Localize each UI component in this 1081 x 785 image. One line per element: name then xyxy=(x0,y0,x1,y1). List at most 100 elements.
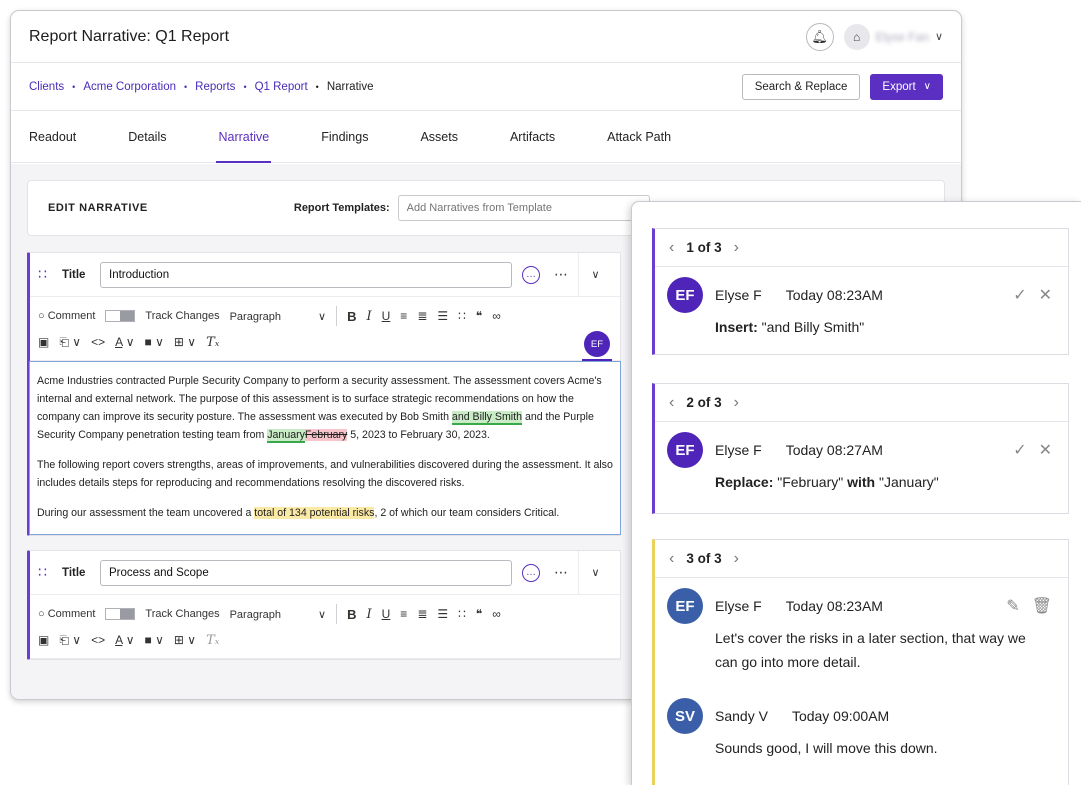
tab-findings[interactable]: Findings xyxy=(321,111,368,162)
toolbar-divider xyxy=(336,604,338,624)
track-changes-label: Track Changes xyxy=(145,608,220,620)
indent-icon[interactable]: ≣ xyxy=(417,607,427,621)
numbered-list-icon[interactable]: ☰ xyxy=(437,309,448,323)
image-icon[interactable]: ▣ xyxy=(38,633,49,647)
paragraph-select[interactable]: Paragraph ∨ xyxy=(230,608,327,621)
avatar[interactable]: EF xyxy=(584,331,610,357)
tab-details[interactable]: Details xyxy=(128,111,166,162)
more-icon[interactable]: ⋯ xyxy=(554,266,568,283)
quote-icon[interactable]: ❝ xyxy=(476,607,482,621)
code-icon[interactable]: <> xyxy=(91,633,105,647)
bullet-list-icon[interactable]: ∷ xyxy=(458,607,466,621)
quote-icon[interactable]: ❝ xyxy=(476,309,482,323)
tab-assets[interactable]: Assets xyxy=(420,111,458,162)
close-icon[interactable]: ✕ xyxy=(1039,285,1052,305)
bold-icon[interactable]: B xyxy=(347,607,356,622)
tracked-insert[interactable]: and Billy Smith xyxy=(451,411,522,425)
avatar: EF xyxy=(667,588,703,624)
user-menu[interactable]: ⌂ Elyse Fan ∨ xyxy=(843,23,943,50)
table-icon[interactable]: ⊞ ∨ xyxy=(174,335,196,349)
chevron-left-icon[interactable]: ‹ xyxy=(669,239,674,257)
bullet-list-icon[interactable]: ∷ xyxy=(458,309,466,323)
comment-button[interactable]: ○ Comment xyxy=(38,608,95,620)
thread-counter: 2 of 3 xyxy=(686,395,722,410)
comment-label: Comment xyxy=(47,608,96,620)
breadcrumb-separator: • xyxy=(184,81,188,92)
chevron-down-icon[interactable]: ∨ xyxy=(578,252,612,297)
image-icon[interactable]: ▣ xyxy=(38,335,49,349)
paragraph: Acme Industries contracted Purple Securi… xyxy=(37,372,614,444)
drag-handle-icon[interactable]: ∷ xyxy=(38,266,56,283)
clear-format-icon[interactable]: Tₓ xyxy=(206,633,219,648)
embed-icon[interactable]: ⎗ ∨ xyxy=(59,335,81,350)
more-icon[interactable]: ⋯ xyxy=(554,564,568,581)
comment-icon: ○ xyxy=(38,310,45,322)
chevron-right-icon[interactable]: › xyxy=(734,239,739,257)
tracked-delete[interactable]: February xyxy=(304,429,348,441)
highlight-color-icon[interactable]: ■ ∨ xyxy=(145,335,164,349)
tab-readout[interactable]: Readout xyxy=(29,111,76,162)
bell-icon[interactable]: 🔔︎ xyxy=(805,22,834,51)
export-button[interactable]: Export ∨ xyxy=(870,73,943,100)
outdent-icon[interactable]: ≡ xyxy=(400,607,407,621)
table-icon[interactable]: ⊞ ∨ xyxy=(174,633,196,647)
outdent-icon[interactable]: ≡ xyxy=(400,309,407,323)
clear-format-icon[interactable]: Tₓ xyxy=(206,335,219,350)
drag-handle-icon[interactable]: ∷ xyxy=(38,564,56,581)
breadcrumb-q1-report[interactable]: Q1 Report xyxy=(255,81,308,93)
check-icon[interactable]: ✓ xyxy=(1013,285,1026,305)
text-color-icon[interactable]: A ∨ xyxy=(115,633,134,647)
italic-icon[interactable]: I xyxy=(366,607,371,622)
chevron-right-icon[interactable]: › xyxy=(734,550,739,568)
embed-icon[interactable]: ⎗ ∨ xyxy=(59,633,81,648)
numbered-list-icon[interactable]: ☰ xyxy=(437,607,448,621)
report-templates-input[interactable] xyxy=(397,195,650,221)
chevron-left-icon[interactable]: ‹ xyxy=(669,550,674,568)
paragraph-select[interactable]: Paragraph ∨ xyxy=(230,310,327,323)
comment-time: Today 09:00AM xyxy=(791,708,890,724)
edit-icon[interactable]: ✎ xyxy=(1006,596,1019,616)
comment-author: Sandy V xyxy=(715,708,768,724)
toolbar-row: ▣ ⎗ ∨ <> A ∨ ■ ∨ ⊞ ∨ Tₓ xyxy=(38,329,612,355)
link-icon[interactable]: ∞ xyxy=(492,607,501,621)
breadcrumb-acme[interactable]: Acme Corporation xyxy=(83,81,176,93)
tab-narrative[interactable]: Narrative xyxy=(216,111,271,163)
underline-icon[interactable]: U xyxy=(382,607,391,621)
export-label: Export xyxy=(882,80,916,93)
narrative-editor[interactable]: Acme Industries contracted Purple Securi… xyxy=(29,361,621,535)
breadcrumb-separator: • xyxy=(315,81,319,92)
text-color-icon[interactable]: A ∨ xyxy=(115,335,134,349)
change-text: "and Billy Smith" xyxy=(757,319,865,335)
underline-icon[interactable]: U xyxy=(382,309,391,323)
bold-icon[interactable]: B xyxy=(347,309,356,324)
search-replace-button[interactable]: Search & Replace xyxy=(741,73,861,100)
track-changes-toggle[interactable] xyxy=(105,310,136,322)
comment-highlight[interactable]: total of 134 potential risks xyxy=(254,507,375,519)
comment-time: Today 08:27AM xyxy=(785,442,883,458)
italic-icon[interactable]: I xyxy=(366,309,371,324)
link-icon[interactable]: ∞ xyxy=(492,309,501,323)
breadcrumb-clients[interactable]: Clients xyxy=(29,81,64,93)
tab-attack-path[interactable]: Attack Path xyxy=(607,111,671,162)
comment-icon[interactable]: … xyxy=(522,265,540,284)
comment-icon[interactable]: … xyxy=(522,563,540,582)
track-changes-toggle[interactable] xyxy=(105,608,136,620)
comment-button[interactable]: ○ Comment xyxy=(38,310,95,322)
chevron-right-icon[interactable]: › xyxy=(734,394,739,412)
chevron-left-icon[interactable]: ‹ xyxy=(669,394,674,412)
indent-icon[interactable]: ≣ xyxy=(417,309,427,323)
close-icon[interactable]: ✕ xyxy=(1039,440,1052,460)
trash-icon[interactable]: 🗑︎ xyxy=(1032,596,1052,616)
section-header: ∷ Title … ⋯ ∨ xyxy=(30,252,620,297)
comments-panel: ‹ 1 of 3 › EF Elyse F Today 08:23AM ✓ ✕ … xyxy=(631,201,1081,785)
title-input[interactable] xyxy=(100,559,512,586)
tab-artifacts[interactable]: Artifacts xyxy=(510,111,555,162)
check-icon[interactable]: ✓ xyxy=(1013,440,1026,460)
code-icon[interactable]: <> xyxy=(91,335,105,349)
tracked-insert[interactable]: January xyxy=(267,429,305,443)
breadcrumb-reports[interactable]: Reports xyxy=(195,81,235,93)
chevron-down-icon[interactable]: ∨ xyxy=(578,550,612,595)
highlight-color-icon[interactable]: ■ ∨ xyxy=(145,633,164,647)
toolbar-row: ○ Comment Track Changes Paragraph ∨ B I … xyxy=(38,601,612,627)
title-input[interactable] xyxy=(100,261,512,288)
